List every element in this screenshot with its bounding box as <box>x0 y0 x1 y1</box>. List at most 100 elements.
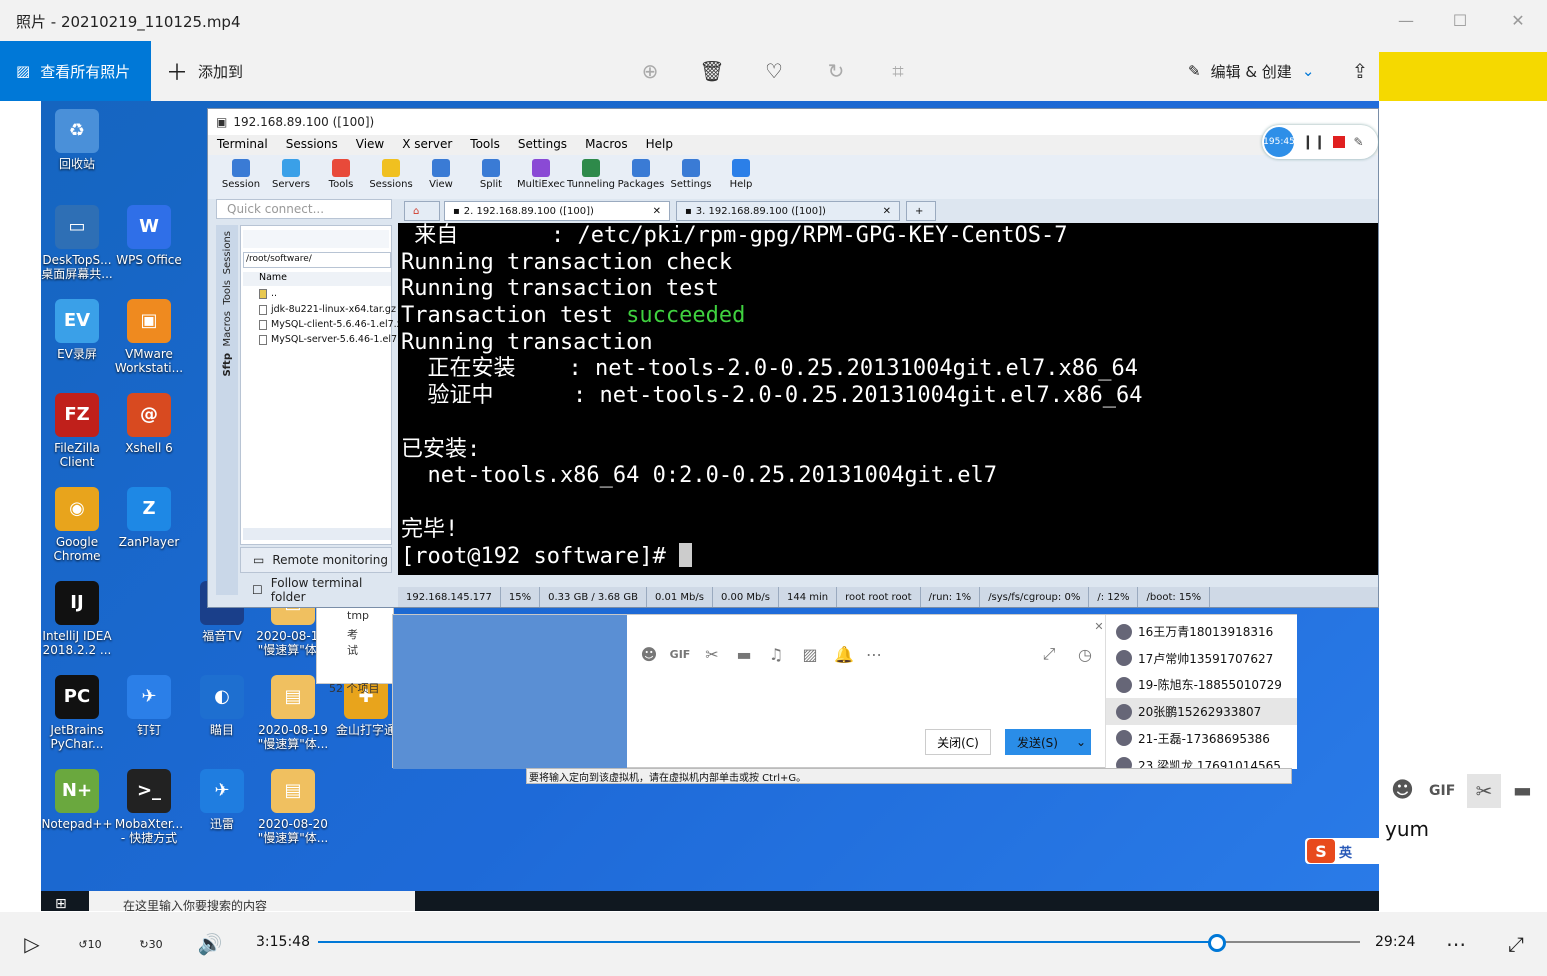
desktop-icon[interactable]: ◐ 瞄目 <box>184 675 260 737</box>
desktop-icon[interactable]: IJ IntelliJ IDEA 2018.2.2 ... <box>41 581 115 657</box>
session-tab[interactable]: ▪ 3. 192.168.89.100 ([100]) ✕ <box>676 201 900 221</box>
side-tab-sessions[interactable]: Sessions <box>222 231 233 274</box>
contact-item[interactable]: 23 梁凯龙 17691014565 <box>1106 752 1297 769</box>
zoom-icon[interactable]: ⊕ <box>635 56 665 86</box>
toolbar-button[interactable]: Tunneling <box>566 155 616 199</box>
pause-icon[interactable]: ❙❙ <box>1302 134 1325 150</box>
message-input-text[interactable]: yum <box>1385 817 1429 841</box>
desktop-icon[interactable]: @ Xshell 6 <box>111 393 187 455</box>
terminal-output[interactable]: 来自 : /etc/pki/rpm-gpg/RPM-GPG-KEY-CentOS… <box>398 223 1378 575</box>
toolbar-button[interactable]: Servers <box>266 155 316 199</box>
contact-item[interactable]: 17卢常帅13591707627 <box>1106 645 1297 672</box>
stop-icon[interactable] <box>1333 136 1346 148</box>
close-tab-icon[interactable]: ✕ <box>653 206 661 217</box>
close-tab-icon[interactable]: ✕ <box>883 206 891 217</box>
session-tab[interactable]: ▪ 2. 192.168.89.100 ([100]) ✕ <box>444 201 670 221</box>
add-to-button[interactable]: ＋ 添加到 <box>166 41 243 101</box>
pen-icon[interactable]: ✎ <box>1353 135 1363 149</box>
desktop-icon[interactable]: N+ Notepad++ <box>41 769 115 831</box>
edit-create-button[interactable]: ✎ 编辑 & 创建 ⌄ <box>1188 41 1314 101</box>
music-icon[interactable]: ♫ <box>765 643 787 665</box>
ime-indicator[interactable]: S 英 <box>1305 838 1379 864</box>
gif-icon[interactable]: GIF <box>1429 783 1455 799</box>
desktop-icon[interactable]: ▤ 2020-08-20 "慢速算"体... <box>255 769 331 845</box>
side-tab-macros[interactable]: Macros <box>222 311 233 346</box>
desktop-icon[interactable]: >_ MobaXter... - 快捷方式 <box>111 769 187 845</box>
screen-recorder-widget[interactable]: 195:45 ❙❙ ✎ <box>1262 125 1378 159</box>
send-button[interactable]: 发送(S) ⌄ <box>1005 729 1091 755</box>
scissors-icon[interactable]: ✂ <box>701 643 723 665</box>
menu-item[interactable]: View <box>347 135 393 155</box>
horizontal-scrollbar[interactable] <box>243 528 391 540</box>
contact-item[interactable]: 19-陈旭东-18855010729 <box>1106 671 1297 698</box>
menu-item[interactable]: Macros <box>576 135 637 155</box>
desktop-icon[interactable]: W WPS Office <box>111 205 187 267</box>
file-row[interactable]: MySQL-client-5.6.46-1.el7.x <box>259 319 402 330</box>
rewind-button[interactable]: ↺ 10 <box>72 926 108 962</box>
toolbar-button[interactable]: MultiExec <box>516 155 566 199</box>
new-tab-button[interactable]: + <box>906 201 936 221</box>
scissors-icon[interactable]: ✂ <box>1467 774 1501 808</box>
toolbar-button[interactable]: Split <box>466 155 516 199</box>
desktop-icon[interactable]: ▣ VMware Workstati... <box>111 299 187 375</box>
menu-item[interactable]: Terminal <box>208 135 277 155</box>
remote-monitoring-button[interactable]: ▭ Remote monitoring <box>240 547 392 573</box>
desktop-icon[interactable]: ✈ 钉钉 <box>111 675 187 737</box>
desktop-icon[interactable]: PC JetBrains PyChar... <box>41 675 115 751</box>
share-icon[interactable]: ⇪ <box>1345 56 1375 86</box>
close-button[interactable]: 关闭(C) <box>925 729 991 755</box>
toolbar-button[interactable]: Help <box>716 155 766 199</box>
contact-item[interactable]: 21-王磊-17368695386 <box>1106 725 1297 752</box>
menu-item[interactable]: X server <box>393 135 461 155</box>
side-tab-tools[interactable]: Tools <box>222 280 233 305</box>
explorer-item[interactable]: 考试 <box>317 624 393 660</box>
more-icon[interactable]: ⋯ <box>863 643 885 665</box>
desktop-icon[interactable]: ✈ 迅雷 <box>184 769 260 831</box>
toolbar-button[interactable]: Settings <box>666 155 716 199</box>
toolbar-button[interactable]: Session <box>216 155 266 199</box>
file-row[interactable]: jdk-8u221-linux-x64.tar.gz <box>259 304 396 315</box>
image-icon[interactable]: ▨ <box>799 643 821 665</box>
desktop-icon[interactable]: ♻ 回收站 <box>41 109 115 171</box>
taskbar-search-input[interactable]: 在这里输入你要搜索的内容 <box>89 891 415 911</box>
quick-connect-input[interactable]: Quick connect... <box>216 199 392 219</box>
contact-item[interactable]: 16王万青18013918316 <box>1106 618 1297 645</box>
windows-start-icon[interactable]: ⊞ <box>55 896 67 911</box>
view-all-photos-button[interactable]: ▨ 查看所有照片 <box>0 41 151 101</box>
emoji-icon[interactable]: ☻ <box>638 643 660 665</box>
more-options-icon[interactable]: ⋯ <box>1438 926 1474 962</box>
home-tab[interactable]: ⌂ <box>404 201 440 221</box>
menu-item[interactable]: Sessions <box>277 135 347 155</box>
gif-icon[interactable]: GIF <box>669 643 691 665</box>
file-row[interactable]: MySQL-server-5.6.46-1.el7.x <box>259 334 406 345</box>
folder-icon[interactable]: ▬ <box>733 643 755 665</box>
desktop-icon[interactable]: ▭ DeskTopS... 桌面屏幕共... <box>41 205 115 281</box>
emoji-icon[interactable]: ☻ <box>1391 778 1414 803</box>
side-tab-sftp[interactable]: Sftp <box>222 353 233 377</box>
menu-item[interactable]: Settings <box>509 135 576 155</box>
toolbar-button[interactable]: Packages <box>616 155 666 199</box>
history-icon[interactable]: ◷ <box>1074 643 1096 665</box>
expand-icon[interactable]: ⤢ <box>1038 643 1060 665</box>
forward-button[interactable]: ↻ 30 <box>133 926 169 962</box>
menu-item[interactable]: Tools <box>461 135 509 155</box>
fullscreen-icon[interactable]: ⤢ <box>1498 926 1534 962</box>
sftp-path-input[interactable]: /root/software/ <box>243 252 391 268</box>
file-row[interactable]: .. <box>259 288 277 299</box>
desktop-icon[interactable]: ◉ Google Chrome <box>41 487 115 563</box>
favorite-icon[interactable]: ♡ <box>759 56 789 86</box>
rotate-icon[interactable]: ↻ <box>821 56 851 86</box>
close-window-button[interactable]: ✕ <box>1495 0 1541 41</box>
volume-icon[interactable]: 🔊 <box>192 926 228 962</box>
delete-icon[interactable]: 🗑 <box>697 56 727 86</box>
menu-item[interactable]: Help <box>637 135 682 155</box>
minimize-button[interactable]: — <box>1383 0 1429 41</box>
toolbar-button[interactable]: Tools <box>316 155 366 199</box>
play-icon[interactable]: ▷ <box>14 926 50 962</box>
maximize-button[interactable]: ☐ <box>1437 0 1483 41</box>
desktop-icon[interactable]: Z ZanPlayer <box>111 487 187 549</box>
bell-icon[interactable]: 🔔 <box>833 643 855 665</box>
contact-item[interactable]: 20张鹏15262933807 <box>1106 698 1297 726</box>
follow-terminal-folder-checkbox[interactable]: ☐ Follow terminal folder <box>240 576 392 604</box>
crop-icon[interactable]: ⌗ <box>883 56 913 86</box>
